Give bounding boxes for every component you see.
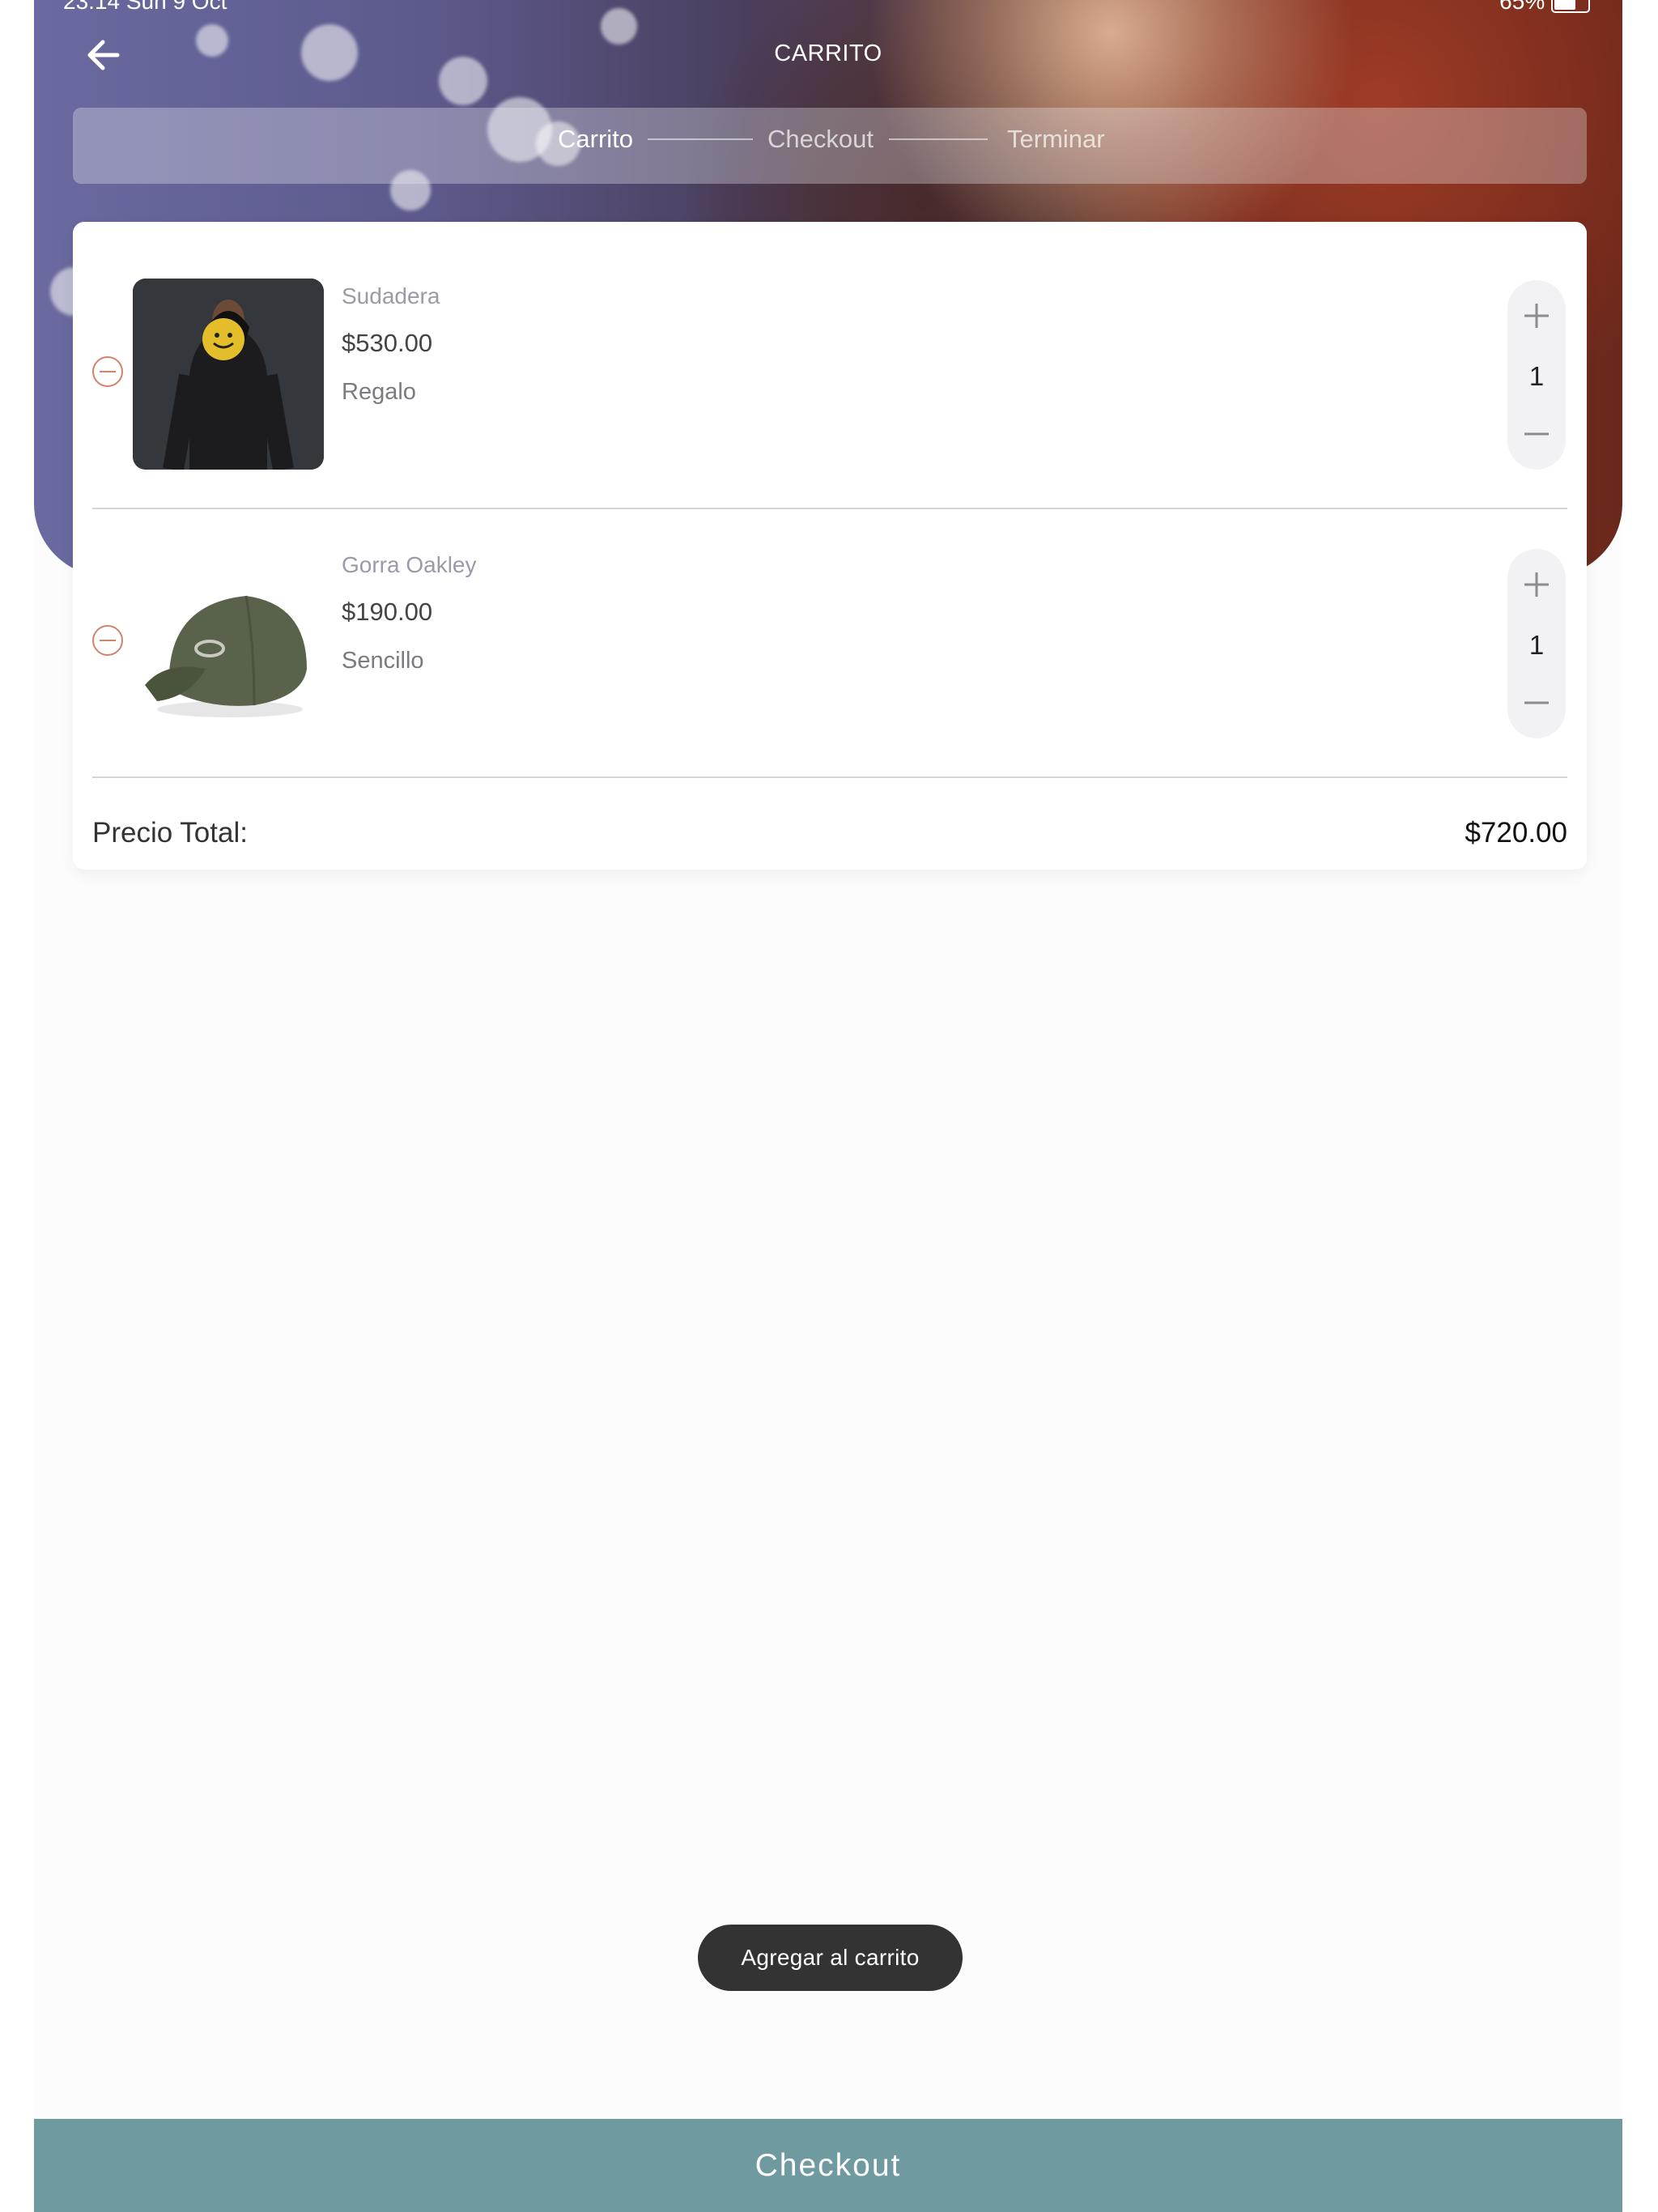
quantity-stepper: 1 [1507,280,1566,470]
battery-percent: 65% [1499,0,1545,14]
status-bar: 23:14 Sun 9 Oct 65% [34,0,1622,16]
item-price: $190.00 [342,598,433,626]
quantity-value: 1 [1528,361,1545,391]
item-variant: Regalo [342,379,416,405]
step-checkout: Checkout [767,125,874,153]
remove-item-button[interactable] [92,625,123,656]
total-label: Precio Total: [92,817,248,849]
plus-icon [1524,572,1549,597]
hoodie-icon [133,279,324,470]
cap-image [133,547,324,738]
minus-icon [1524,432,1549,436]
hoodie-image [133,279,324,470]
cap-icon [133,547,324,738]
app-screen: 23:14 Sun 9 Oct 65% CARRITO Carrito Chec… [34,0,1622,2212]
page-title: CARRITO [774,40,882,66]
increase-quantity-button[interactable] [1507,291,1566,340]
decrease-quantity-button[interactable] [1507,678,1566,727]
item-price: $530.00 [342,329,433,357]
step-connector [889,138,988,140]
add-to-cart-button[interactable]: Agregar al carrito [698,1925,963,1991]
item-name: Gorra Oakley [342,552,477,577]
battery-icon [1551,0,1590,13]
cart-card: Sudadera $530.00 Regalo 1 Gorra Oakley $… [73,222,1587,870]
remove-item-button[interactable] [92,356,123,387]
plus-icon [1524,304,1549,328]
item-variant: Sencillo [342,648,424,674]
item-name: Sudadera [342,283,440,308]
checkout-button[interactable]: Checkout [34,2119,1622,2212]
cart-item: Sudadera $530.00 Regalo 1 [73,222,1587,491]
cart-item: Gorra Oakley $190.00 Sencillo 1 [73,491,1587,759]
step-carrito: Carrito [558,125,634,153]
status-right: 65% [1499,0,1590,15]
quantity-value: 1 [1528,630,1545,660]
increase-quantity-button[interactable] [1507,560,1566,609]
step-connector [648,138,753,140]
divider [92,776,1567,778]
decrease-quantity-button[interactable] [1507,410,1566,458]
status-time: 23:14 Sun 9 Oct [63,0,227,14]
total-value: $720.00 [1465,817,1567,849]
quantity-stepper: 1 [1507,549,1566,738]
step-terminar: Terminar [1007,125,1105,153]
minus-icon [1524,701,1549,704]
